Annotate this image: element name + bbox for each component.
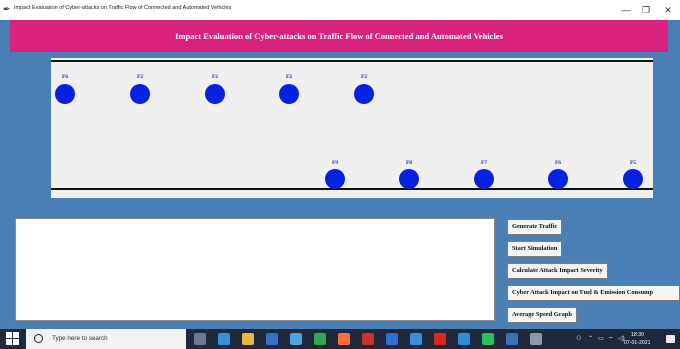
- search-icon: [34, 334, 43, 343]
- vehicle-label: F8: [405, 160, 413, 166]
- vehicle-label: F7: [480, 160, 488, 166]
- vehicle-marker: [279, 84, 299, 104]
- bottom-lane-line: [51, 188, 653, 190]
- vehicle-label: F9: [331, 160, 339, 166]
- chevron-up-icon[interactable]: ⌃: [588, 335, 593, 342]
- start-simulation-button[interactable]: Start Simulation: [507, 241, 563, 257]
- acrobat-icon[interactable]: [434, 333, 446, 345]
- close-button[interactable]: ✕: [660, 3, 676, 17]
- app-area: Impact Evaluation of Cyber-attacks on Tr…: [0, 20, 680, 329]
- taskbar-search-box[interactable]: Type here to search: [26, 329, 186, 349]
- file-explorer-icon[interactable]: [242, 333, 254, 345]
- app-feather-icon: ✒: [3, 4, 11, 14]
- vehicle-marker: [399, 169, 419, 189]
- python-icon[interactable]: [506, 333, 518, 345]
- firefox-icon[interactable]: [338, 333, 350, 345]
- notification-icon[interactable]: [666, 335, 675, 343]
- generate-traffic-button[interactable]: Generate Traffic: [507, 219, 563, 235]
- header-banner: Impact Evaluation of Cyber-attacks on Tr…: [10, 20, 668, 52]
- window-title: Impact Evaluation of Cyber-attacks on Tr…: [14, 5, 232, 11]
- edge-icon[interactable]: [218, 333, 230, 345]
- clock-date[interactable]: 07-01-2021: [624, 340, 651, 346]
- taskbar: Type here to search ⚇ ⌃ ▭ ⌔ ◁) 18:30 07-…: [0, 329, 680, 349]
- task-view-icon[interactable]: [194, 333, 206, 345]
- vehicle-marker: [623, 169, 643, 189]
- vehicle-marker: [205, 84, 225, 104]
- vehicle-label: F2: [360, 74, 368, 80]
- vehicle-marker: [55, 84, 75, 104]
- battery-icon[interactable]: ▭: [598, 335, 604, 342]
- vehicle-marker: [325, 169, 345, 189]
- opera-icon[interactable]: [362, 333, 374, 345]
- title-bar: ✒ Impact Evaluation of Cyber-attacks on …: [0, 0, 680, 20]
- vehicle-marker: [548, 169, 568, 189]
- vehicle-label: F6: [554, 160, 562, 166]
- vehicle-label: F5: [629, 160, 637, 166]
- header-title: Impact Evaluation of Cyber-attacks on Tr…: [175, 31, 503, 41]
- vehicle-label: F2: [285, 74, 293, 80]
- road-canvas: F6 F2 F2 F2 F2 F9 F8 F7 F6 F5: [51, 58, 653, 198]
- vehicle-marker: [130, 84, 150, 104]
- vehicle-label: F2: [211, 74, 219, 80]
- pycharm-icon[interactable]: [482, 333, 494, 345]
- ie-icon[interactable]: [290, 333, 302, 345]
- photos-icon[interactable]: [410, 333, 422, 345]
- network-icon[interactable]: ⌔: [608, 335, 614, 343]
- store-icon[interactable]: [266, 333, 278, 345]
- top-lane-line: [51, 60, 653, 62]
- minimize-button[interactable]: —: [618, 3, 634, 17]
- vehicle-marker: [474, 169, 494, 189]
- fuel-emission-button[interactable]: Cyber Attack Impact on Fuel & Emission C…: [507, 285, 680, 301]
- vehicle-label: F2: [136, 74, 144, 80]
- settings-icon[interactable]: [530, 333, 542, 345]
- windows-start-icon[interactable]: [6, 332, 20, 346]
- log-textbox[interactable]: [15, 218, 495, 321]
- clock-time[interactable]: 18:30: [631, 332, 644, 338]
- calculate-severity-button[interactable]: Calculate Attack Impact Severity: [507, 263, 608, 279]
- chrome-icon[interactable]: [314, 333, 326, 345]
- average-speed-button[interactable]: Average Speed Graph: [507, 307, 577, 323]
- people-icon[interactable]: ⚇: [576, 335, 581, 342]
- vehicle-marker: [354, 84, 374, 104]
- system-tray: ⚇ ⌃ ▭ ⌔ ◁): [568, 329, 680, 349]
- search-placeholder: Type here to search: [52, 335, 108, 342]
- mail-icon[interactable]: [386, 333, 398, 345]
- vehicle-label: F6: [61, 74, 69, 80]
- maximize-button[interactable]: ❐: [638, 3, 654, 17]
- vscode-icon[interactable]: [458, 333, 470, 345]
